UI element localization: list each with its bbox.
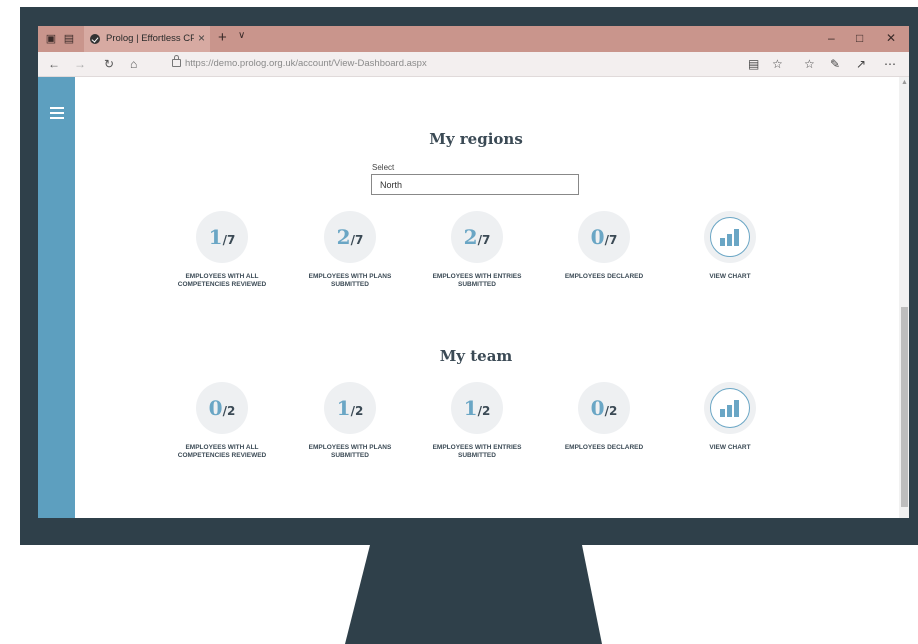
bar-chart-icon: [710, 217, 750, 257]
team-title: My team: [439, 347, 513, 365]
scroll-up-icon[interactable]: ▲: [901, 79, 908, 86]
regions-stat-competencies[interactable]: 1/7 EMPLOYEES WITH ALL COMPETENCIES REVI…: [162, 211, 282, 289]
sidebar: [38, 77, 75, 518]
regions-title: My regions: [429, 130, 523, 148]
site-favicon-icon: [90, 34, 100, 44]
refresh-icon[interactable]: ↻: [104, 57, 114, 71]
stat-label: EMPLOYEES WITH PLANS SUBMITTED: [308, 444, 392, 459]
tab-title: Prolog | Effortless CPD c: [106, 33, 194, 44]
stat-circle: 2/7: [324, 211, 376, 263]
stat-circle: 1/2: [451, 382, 503, 434]
chevron-down-icon[interactable]: ∨: [238, 30, 245, 41]
stat-number: 2: [336, 225, 351, 249]
stat-circle: 2/7: [451, 211, 503, 263]
stat-total: /2: [604, 404, 618, 418]
stat-number: 0: [590, 396, 605, 420]
stat-total: /7: [222, 233, 236, 247]
stat-circle: 0/2: [196, 382, 248, 434]
forward-icon[interactable]: →: [74, 57, 86, 71]
stat-label: EMPLOYEES WITH ALL COMPETENCIES REVIEWED: [177, 273, 267, 288]
regions-stat-plans[interactable]: 2/7 EMPLOYEES WITH PLANS SUBMITTED: [290, 211, 410, 289]
url-host: https://demo.prolog.org.uk: [185, 58, 296, 69]
close-window-icon[interactable]: ✕: [886, 31, 896, 45]
stat-number: 1: [336, 396, 351, 420]
stat-label: EMPLOYEES DECLARED: [564, 273, 644, 280]
chart-circle: [704, 382, 756, 434]
favorite-icon[interactable]: ☆: [772, 57, 783, 71]
team-view-chart[interactable]: VIEW CHART: [670, 382, 790, 452]
view-chart-label: VIEW CHART: [709, 273, 751, 280]
favorites-list-icon[interactable]: ☆: [804, 57, 815, 71]
stat-circle: 0/2: [578, 382, 630, 434]
stat-circle: 1/2: [324, 382, 376, 434]
more-icon[interactable]: ⋯: [884, 57, 896, 71]
lock-icon: [172, 55, 181, 67]
title-bar: ▣ ▤ Prolog | Effortless CPD c × + ∨ – □ …: [38, 26, 909, 52]
back-icon[interactable]: ←: [48, 57, 60, 71]
bar-chart-icon: [710, 388, 750, 428]
region-select[interactable]: North: [371, 174, 579, 195]
stat-label: EMPLOYEES WITH ENTRIES SUBMITTED: [432, 444, 522, 459]
view-chart-label: VIEW CHART: [709, 444, 751, 451]
home-icon[interactable]: ⌂: [130, 57, 137, 71]
url-field[interactable]: https://demo.prolog.org.uk/account/View-…: [185, 58, 427, 69]
new-tab-icon[interactable]: +: [218, 29, 227, 46]
stat-total: /2: [477, 404, 491, 418]
stat-label: EMPLOYEES WITH ENTRIES SUBMITTED: [432, 273, 522, 288]
scrollbar[interactable]: ▲: [899, 77, 909, 518]
stat-total: /2: [350, 404, 364, 418]
region-select-label: Select: [372, 163, 395, 172]
stat-circle: 0/7: [578, 211, 630, 263]
team-stat-entries[interactable]: 1/2 EMPLOYEES WITH ENTRIES SUBMITTED: [417, 382, 537, 460]
team-stat-declared[interactable]: 0/2 EMPLOYEES DECLARED: [544, 382, 664, 452]
stat-number: 0: [208, 396, 223, 420]
tab-preview-icon[interactable]: ▣: [44, 32, 58, 46]
stat-number: 2: [463, 225, 478, 249]
address-bar: ← → ↻ ⌂ https://demo.prolog.org.uk/accou…: [38, 52, 909, 77]
dashboard-page: My regions Select North 1/7 EMPLOYEES WI…: [38, 77, 909, 518]
stat-total: /7: [604, 233, 618, 247]
tab-aside-icon[interactable]: ▤: [62, 32, 76, 46]
pen-icon[interactable]: ✎: [830, 57, 840, 71]
minimize-icon[interactable]: –: [828, 31, 835, 45]
monitor-stand: [345, 545, 602, 644]
share-icon[interactable]: ↗: [856, 57, 866, 71]
stat-total: /2: [222, 404, 236, 418]
browser-window: ▣ ▤ Prolog | Effortless CPD c × + ∨ – □ …: [38, 26, 909, 518]
chart-circle: [704, 211, 756, 263]
stat-total: /7: [477, 233, 491, 247]
stat-number: 1: [208, 225, 223, 249]
url-path: /account/View-Dashboard.aspx: [295, 58, 427, 69]
stat-total: /7: [350, 233, 364, 247]
scroll-thumb[interactable]: [901, 307, 908, 507]
team-stat-competencies[interactable]: 0/2 EMPLOYEES WITH ALL COMPETENCIES REVI…: [162, 382, 282, 460]
regions-stat-declared[interactable]: 0/7 EMPLOYEES DECLARED: [544, 211, 664, 281]
team-stat-plans[interactable]: 1/2 EMPLOYEES WITH PLANS SUBMITTED: [290, 382, 410, 460]
stat-number: 1: [463, 396, 478, 420]
reading-view-icon[interactable]: ▤: [748, 57, 759, 71]
stat-circle: 1/7: [196, 211, 248, 263]
maximize-icon[interactable]: □: [856, 31, 863, 45]
stat-label: EMPLOYEES WITH PLANS SUBMITTED: [308, 273, 392, 288]
hamburger-icon[interactable]: [50, 107, 64, 119]
stat-label: EMPLOYEES DECLARED: [564, 444, 644, 451]
stat-label: EMPLOYEES WITH ALL COMPETENCIES REVIEWED: [177, 444, 267, 459]
stat-number: 0: [590, 225, 605, 249]
browser-tab[interactable]: Prolog | Effortless CPD c ×: [84, 26, 210, 52]
close-tab-icon[interactable]: ×: [198, 31, 205, 45]
regions-stat-entries[interactable]: 2/7 EMPLOYEES WITH ENTRIES SUBMITTED: [417, 211, 537, 289]
regions-view-chart[interactable]: VIEW CHART: [670, 211, 790, 281]
